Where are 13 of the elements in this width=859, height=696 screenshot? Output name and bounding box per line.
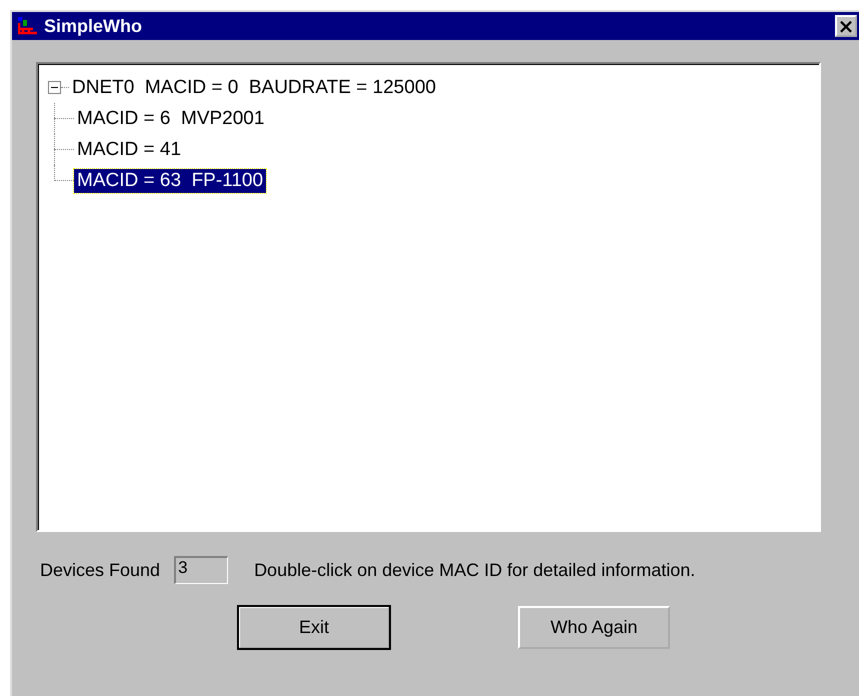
tree-item[interactable]: MACID = 41 [74,138,184,162]
dialog-button[interactable]: Exit [238,606,390,649]
tree-item[interactable]: MACID = 63 FP-1100 [74,168,266,192]
tree-item[interactable]: MACID = 6 MVP2001 [74,106,268,130]
dialog-button[interactable]: Who Again [518,606,670,649]
devices-found-field: 3 [174,556,228,584]
hint-text: Double-click on device MAC ID for detailed information. [254,560,696,580]
tree-item[interactable]: DNET0 MACID = 0 BAUDRATE = 125000 [69,76,439,100]
devices-found-label: Devices Found [40,560,160,580]
close-button[interactable]: × [835,15,857,37]
app-icon [18,17,38,35]
collapse-icon[interactable] [48,81,61,94]
window-title: SimpleWho [44,16,143,36]
